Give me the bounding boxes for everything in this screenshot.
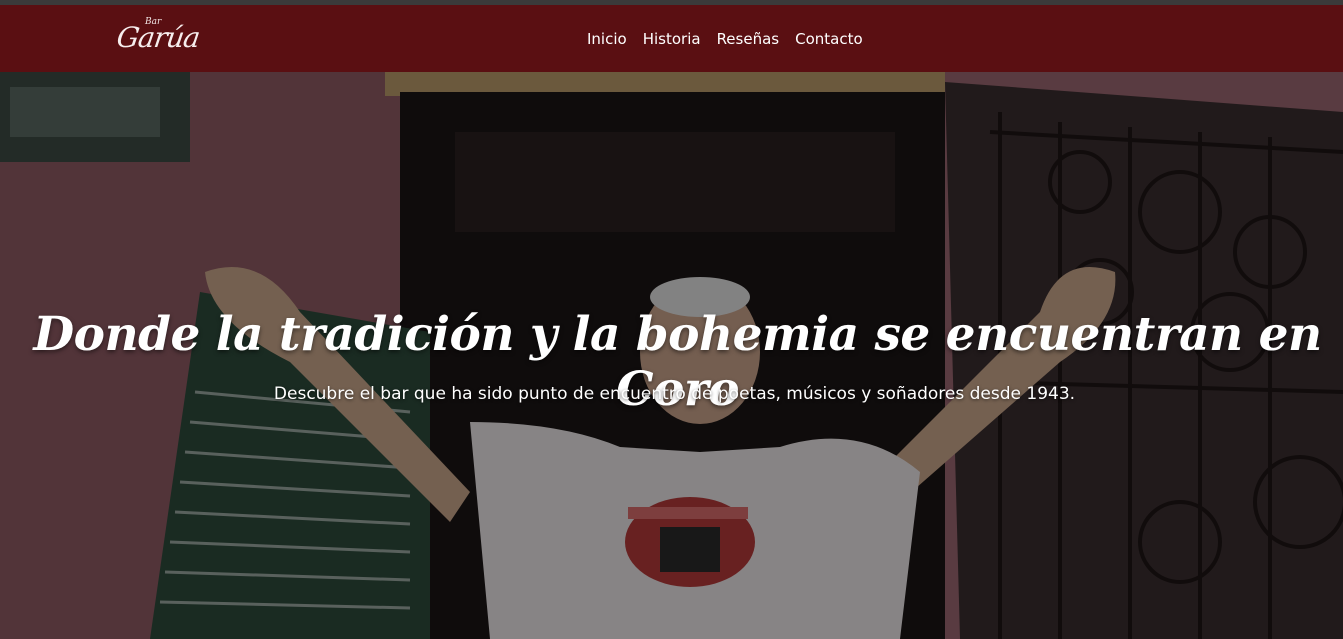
hero-subtitle: Descubre el bar que ha sido punto de enc… bbox=[273, 384, 1076, 404]
nav-link-resenas[interactable]: Reseñas bbox=[717, 25, 780, 53]
navbar: Bar Garúa Inicio Historia Reseñas Contac… bbox=[0, 5, 1343, 72]
brand-logo[interactable]: Bar Garúa bbox=[114, 15, 204, 65]
main-nav: Inicio Historia Reseñas Contacto bbox=[587, 25, 879, 53]
hero-section: Donde la tradición y la bohemia se encue… bbox=[0, 72, 1343, 639]
nav-link-historia[interactable]: Historia bbox=[643, 25, 701, 53]
nav-link-contacto[interactable]: Contacto bbox=[795, 25, 863, 53]
logo-main-text: Garúa bbox=[114, 21, 202, 54]
nav-link-inicio[interactable]: Inicio bbox=[587, 25, 627, 53]
